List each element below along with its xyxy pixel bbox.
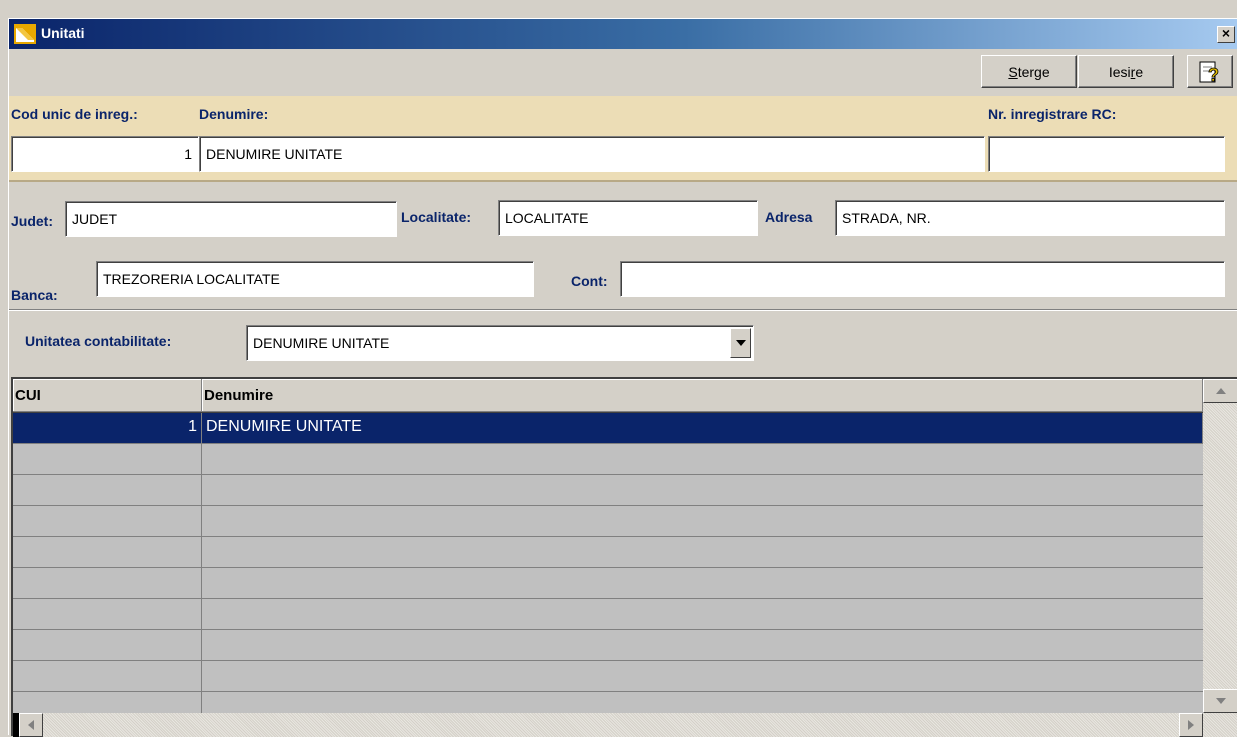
exit-label-end: e	[1135, 63, 1144, 80]
table-row-empty[interactable]	[13, 692, 1203, 713]
chevron-down-icon	[1215, 698, 1226, 704]
county-label: Judet:	[11, 213, 53, 229]
cell-cui: 1	[13, 413, 202, 443]
help-button[interactable]: ?	[1187, 55, 1233, 88]
table-row-empty[interactable]	[13, 568, 1203, 599]
table-row-empty[interactable]	[13, 599, 1203, 630]
window-title: Unitati	[41, 25, 85, 41]
cell-empty	[13, 444, 202, 474]
units-grid[interactable]: CUI Denumire 1 DENUMIRE UNITATE	[11, 377, 1237, 737]
identity-panel: Cod unic de inreg.: Denumire: Nr. inregi…	[9, 96, 1237, 182]
app-icon	[14, 24, 36, 44]
section-divider	[9, 309, 1237, 311]
cell-empty	[13, 599, 202, 629]
column-header-cui[interactable]: CUI	[13, 379, 202, 412]
vertical-scrollbar[interactable]	[1203, 379, 1237, 713]
account-input[interactable]	[620, 261, 1225, 297]
name-label: Denumire:	[199, 106, 269, 122]
table-row-empty[interactable]	[13, 630, 1203, 661]
rc-input[interactable]	[988, 136, 1225, 172]
rc-label: Nr. inregistrare RC:	[988, 106, 1117, 122]
table-row-empty[interactable]	[13, 661, 1203, 692]
chevron-right-icon	[1188, 720, 1194, 730]
chevron-up-icon	[1215, 388, 1226, 394]
title-bar[interactable]: Unitati ×	[9, 19, 1237, 49]
cell-empty	[13, 568, 202, 598]
close-button[interactable]: ×	[1217, 26, 1235, 43]
chevron-left-icon	[28, 720, 34, 730]
scroll-left-button[interactable]	[19, 713, 43, 737]
cell-empty	[13, 661, 202, 691]
cell-empty	[13, 506, 202, 536]
unitati-window: Unitati × Sterge Iesi r e ? Cod unic de in…	[8, 18, 1237, 737]
delete-button[interactable]: Sterge	[981, 55, 1077, 88]
delete-label: terge	[1017, 63, 1050, 80]
accounting-unit-select[interactable]: DENUMIRE UNITATE	[246, 325, 754, 361]
cell-empty	[13, 537, 202, 567]
scroll-up-button[interactable]	[1203, 379, 1237, 403]
table-row[interactable]: 1 DENUMIRE UNITATE	[13, 413, 1203, 444]
horizontal-scrollbar[interactable]	[13, 713, 1237, 737]
grid-header: CUI Denumire	[13, 379, 1203, 413]
exit-label: Iesi	[1108, 63, 1131, 80]
table-row-empty[interactable]	[13, 475, 1203, 506]
street-input[interactable]: STRADA, NR.	[835, 200, 1225, 236]
delete-label-mnemonic: S	[1008, 63, 1018, 80]
county-input[interactable]: JUDET	[65, 201, 397, 237]
cell-denumire: DENUMIRE UNITATE	[202, 413, 1203, 443]
scroll-right-button[interactable]	[1179, 713, 1203, 737]
scroll-down-button[interactable]	[1203, 689, 1237, 713]
account-label: Cont:	[571, 273, 608, 289]
toolbar: Sterge Iesi r e ?	[9, 49, 1237, 96]
cell-empty	[13, 692, 202, 713]
bank-input[interactable]: TREZORERIA LOCALITATE	[96, 261, 534, 297]
cui-input[interactable]: 1	[11, 136, 199, 172]
table-row-empty[interactable]	[13, 537, 1203, 568]
table-row-empty[interactable]	[13, 444, 1203, 475]
help-icon: ?	[1199, 61, 1219, 85]
dropdown-button[interactable]	[730, 328, 751, 358]
svg-text:?: ?	[1208, 65, 1219, 85]
accounting-unit-label: Unitatea contabilitate:	[25, 333, 172, 349]
cell-empty	[13, 475, 202, 505]
street-label: Adresa	[765, 209, 813, 225]
column-header-denumire[interactable]: Denumire	[202, 379, 1203, 412]
exit-button[interactable]: Iesi r e	[1078, 55, 1174, 88]
chevron-down-icon	[735, 340, 746, 346]
table-row-empty[interactable]	[13, 506, 1203, 537]
cui-label: Cod unic de inreg.:	[11, 106, 138, 122]
city-label: Localitate:	[401, 209, 472, 225]
name-input[interactable]: DENUMIRE UNITATE	[199, 136, 985, 172]
accounting-unit-value: DENUMIRE UNITATE	[253, 335, 390, 351]
city-input[interactable]: LOCALITATE	[498, 200, 758, 236]
cell-empty	[13, 630, 202, 660]
bank-label: Banca:	[11, 287, 58, 303]
